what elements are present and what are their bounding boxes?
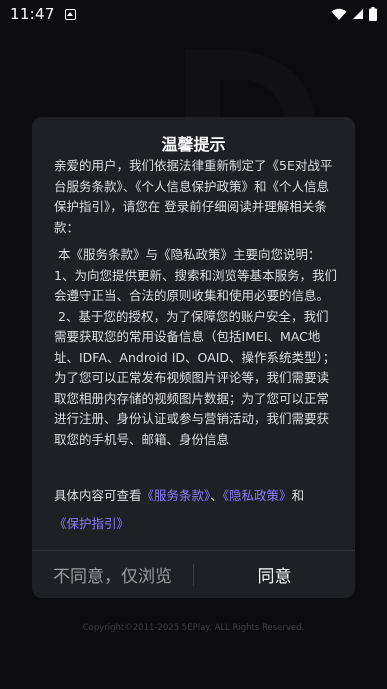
privacy-link[interactable]: 《隐私政策》: [223, 488, 292, 503]
guide-link[interactable]: 《保护指引》: [54, 516, 129, 531]
status-bar: 11:47: [0, 0, 387, 28]
policy-scroll-area[interactable]: 本《服务条款》与《隐私政策》主要向您说明： 1、为向您提供更新、搜索和浏览等基本…: [54, 245, 337, 465]
status-right: [331, 7, 377, 21]
privacy-dialog: 温馨提示 亲爱的用户，我们依据法律重新制定了《5E对战平台服务条款》、《个人信息…: [32, 117, 355, 598]
copyright-text: Copyright©2011-2025 5EPlay. ALL Rights R…: [82, 623, 305, 633]
policy-heading: 本《服务条款》与《隐私政策》主要向您说明：: [54, 245, 337, 266]
policy-item-2: 2、基于您的授权，为了保障您的账户安全，我们需要获取您的常用设备信息（包括IME…: [54, 307, 337, 451]
policy-links-line: 具体内容可查看《服务条款》、《隐私政策》和《保护指引》: [54, 482, 344, 538]
dialog-intro: 亲爱的用户，我们依据法律重新制定了《5E对战平台服务条款》、《个人信息保护政策》…: [54, 158, 333, 235]
policy-heading-text: 本《服务条款》与《隐私政策》主要向您说明：: [57, 247, 321, 262]
dialog-intro-block: 亲爱的用户，我们依据法律重新制定了《5E对战平台服务条款》、《个人信息保护政策》…: [54, 156, 337, 238]
disagree-button[interactable]: 不同意，仅浏览: [32, 562, 193, 587]
status-time: 11:47: [10, 5, 55, 23]
link-and: 和: [291, 488, 305, 503]
link-separator: 、: [210, 488, 223, 503]
terms-link[interactable]: 《服务条款》: [142, 488, 211, 503]
battery-icon: [369, 7, 377, 21]
dialog-buttons: 不同意，仅浏览 同意: [32, 551, 355, 598]
policy-item-2-text: 2、基于您的授权，为了保障您的账户安全，我们需要获取您的常用设备信息（包括IME…: [54, 308, 336, 447]
wifi-icon: [331, 8, 347, 20]
dialog-title: 温馨提示: [161, 135, 226, 154]
notification-icon: [64, 8, 76, 20]
cell-signal-icon: [353, 9, 363, 19]
status-left: 11:47: [10, 5, 76, 23]
agree-button[interactable]: 同意: [194, 562, 355, 587]
policy-item-1: 1、为向您提供更新、搜索和浏览等基本服务，我们会遵守正当、合法的原则收集和使用必…: [54, 267, 337, 304]
footer-prefix: 具体内容可查看: [54, 488, 142, 503]
